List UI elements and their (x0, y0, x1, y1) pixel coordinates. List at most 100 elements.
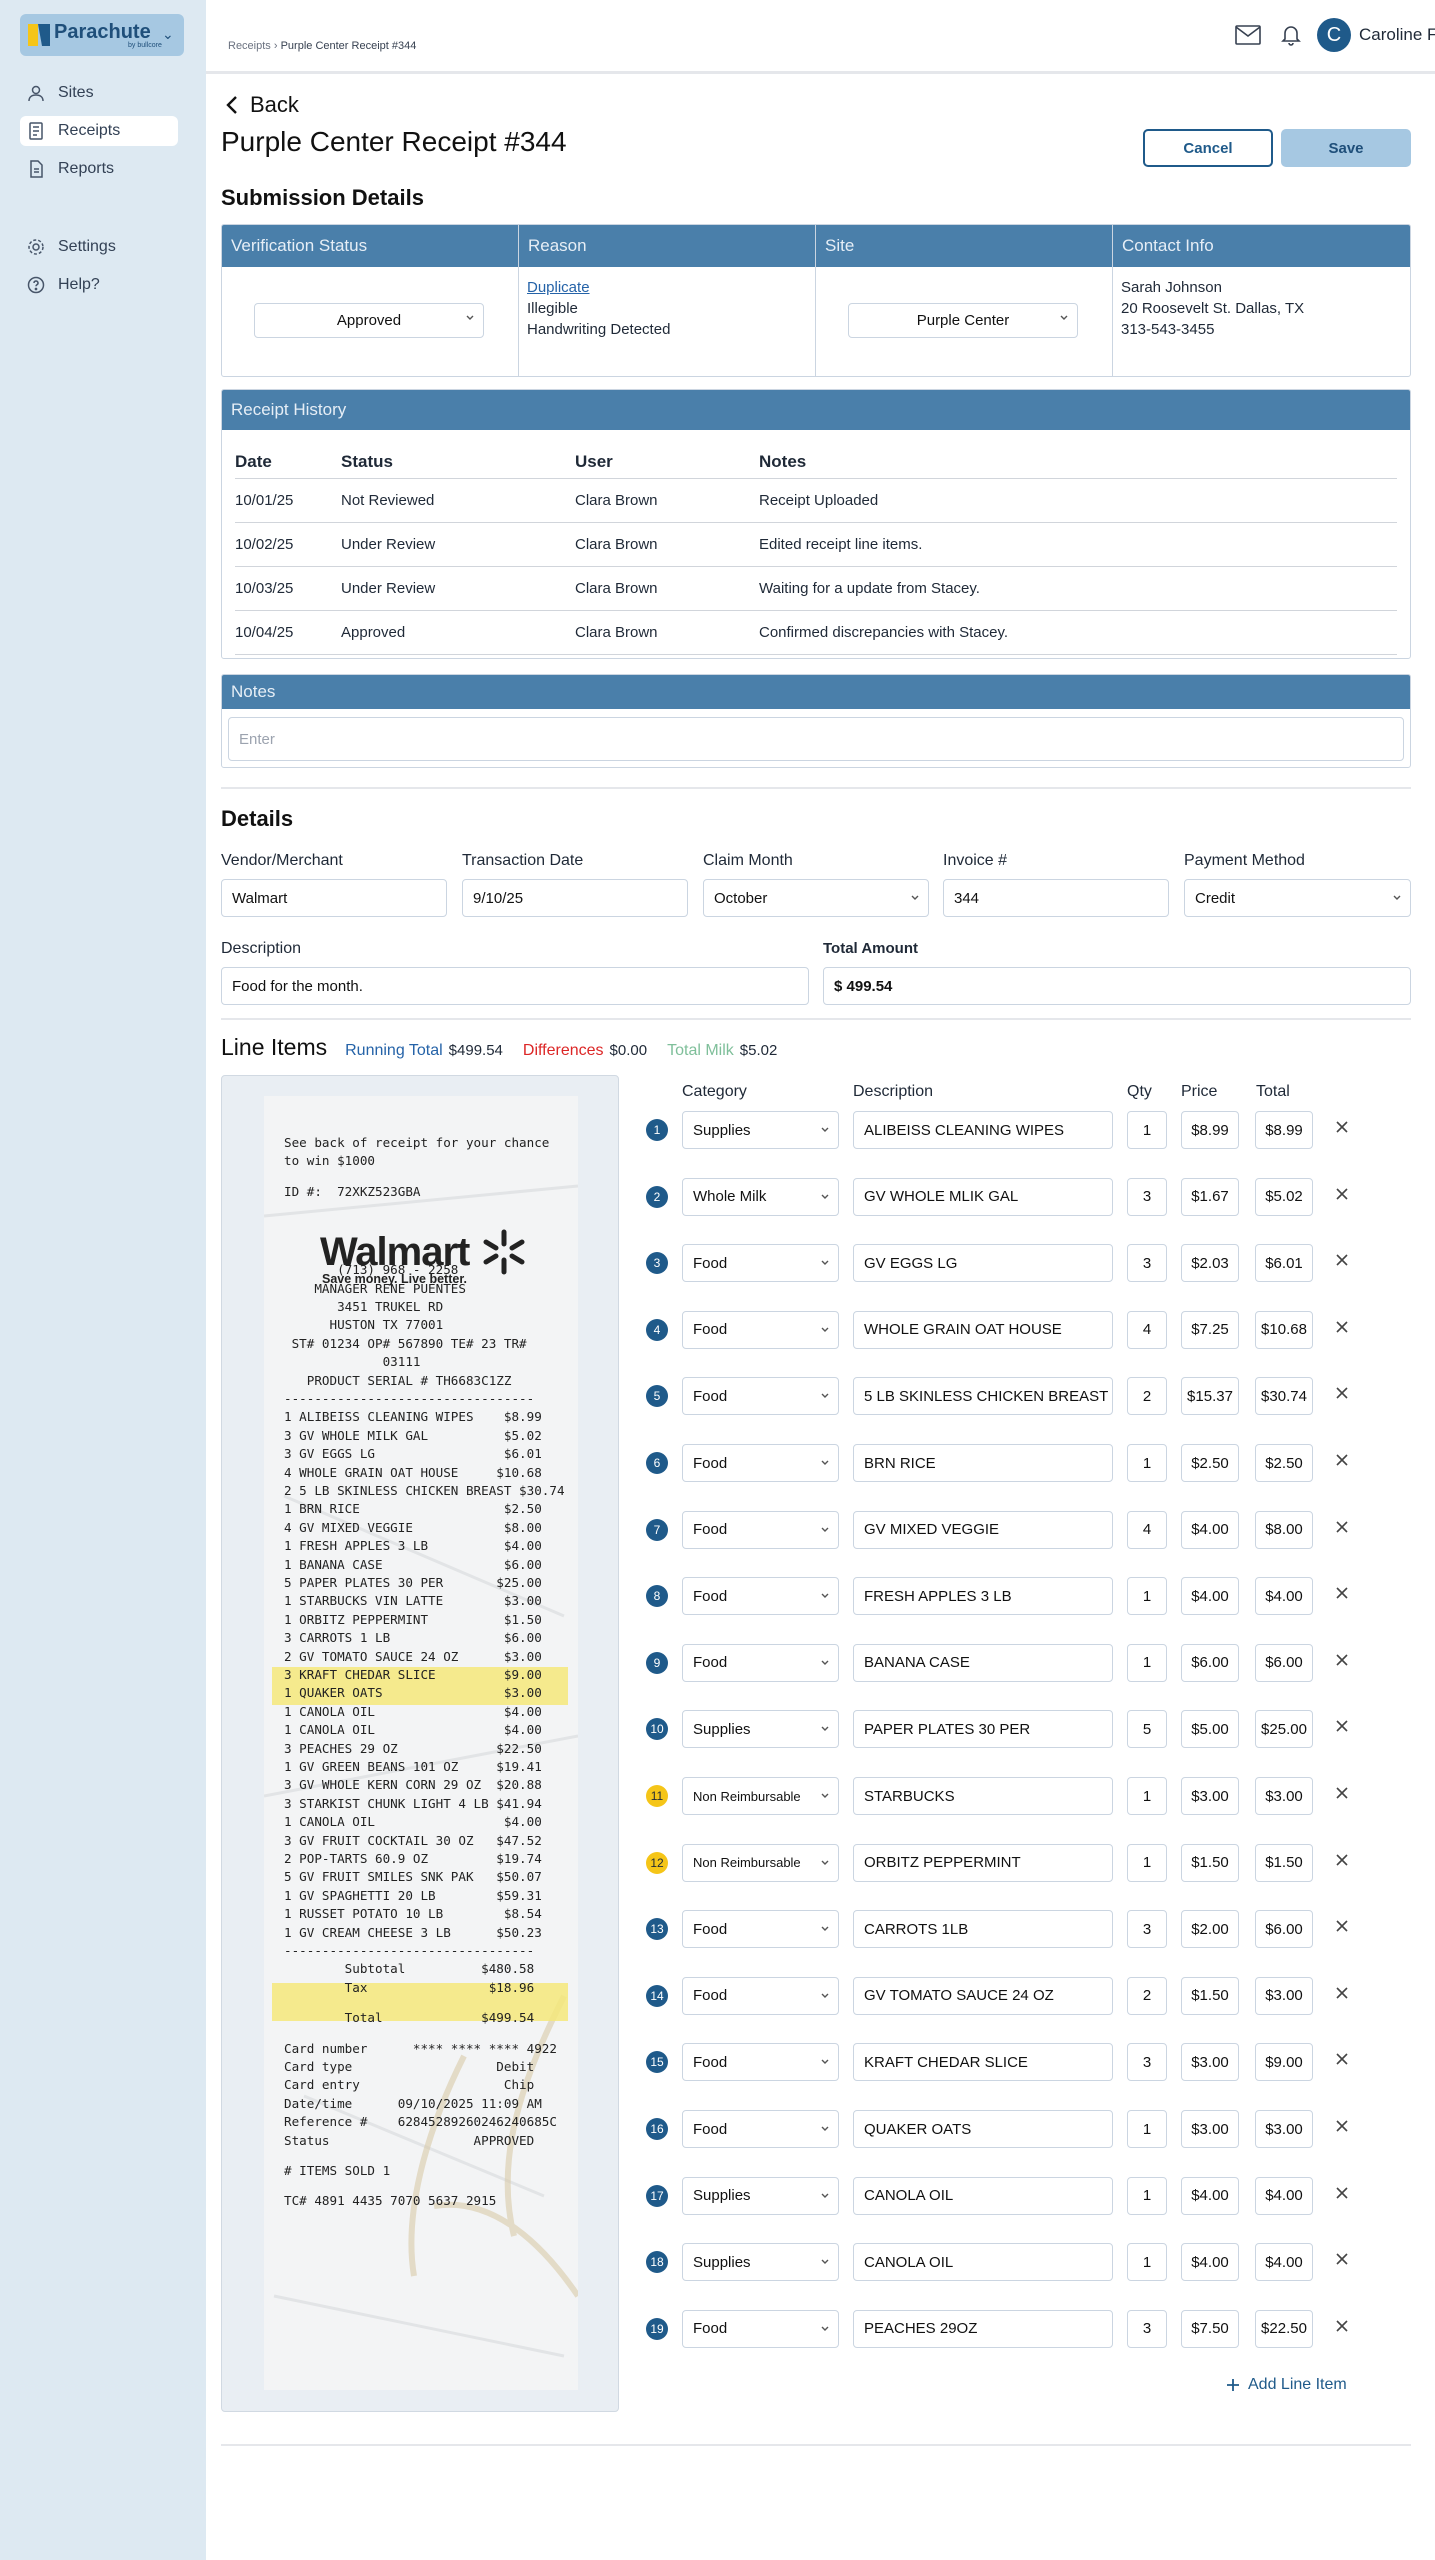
total-amount-input[interactable]: $ 499.54 (823, 967, 1411, 1005)
qty-input[interactable]: 3 (1127, 1244, 1167, 1283)
qty-input[interactable]: 4 (1127, 1510, 1167, 1549)
category-select[interactable]: Supplies (682, 1710, 839, 1749)
transaction-date-input[interactable]: 9/10/25 (462, 879, 688, 917)
price-input[interactable]: $3.00 (1181, 1777, 1239, 1815)
qty-input[interactable]: 1 (1127, 2110, 1167, 2148)
brand-logo[interactable]: Parachute by bullcore ⌄ (20, 14, 184, 56)
invoice-input[interactable]: 344 (943, 879, 1169, 917)
category-select[interactable]: Food (682, 1976, 839, 2015)
qty-input[interactable]: 1 (1127, 2176, 1167, 2215)
price-input[interactable]: $3.00 (1181, 2110, 1239, 2148)
price-input[interactable]: $2.03 (1181, 1244, 1239, 1283)
description-input[interactable]: KRAFT CHEDAR SLICE (853, 2043, 1113, 2082)
save-button[interactable]: Save (1281, 129, 1411, 167)
qty-input[interactable]: 4 (1127, 1310, 1167, 1349)
description-input[interactable]: BANANA CASE (853, 1643, 1113, 1682)
verification-status-select[interactable]: Approved (254, 303, 484, 338)
description-input[interactable]: PEACHES 29OZ (853, 2309, 1113, 2348)
qty-input[interactable]: 5 (1127, 1710, 1167, 1749)
total-input[interactable]: $3.00 (1255, 1976, 1313, 2015)
close-icon[interactable] (1335, 1786, 1349, 1800)
qty-input[interactable]: 1 (1127, 1777, 1167, 1815)
price-input[interactable]: $4.00 (1181, 1577, 1239, 1616)
close-icon[interactable] (1335, 1853, 1349, 1867)
description-input[interactable]: CARROTS 1LB (853, 1910, 1113, 1949)
description-input[interactable]: GV TOMATO SAUCE 24 OZ (853, 1976, 1113, 2015)
close-icon[interactable] (1335, 1986, 1349, 2000)
qty-input[interactable]: 1 (1127, 2243, 1167, 2282)
total-input[interactable]: $9.00 (1255, 2043, 1313, 2082)
price-input[interactable]: $5.00 (1181, 1710, 1239, 1749)
category-select[interactable]: Food (682, 1310, 839, 1349)
category-select[interactable]: Food (682, 1510, 839, 1549)
price-input[interactable]: $1.50 (1181, 1843, 1239, 1882)
total-input[interactable]: $8.00 (1255, 1510, 1313, 1549)
back-button[interactable]: Back (224, 92, 299, 118)
qty-input[interactable]: 2 (1127, 1976, 1167, 2015)
close-icon[interactable] (1335, 1919, 1349, 1933)
description-input[interactable]: QUAKER OATS (853, 2110, 1113, 2148)
price-input[interactable]: $4.00 (1181, 2243, 1239, 2282)
total-input[interactable]: $10.68 (1255, 1310, 1313, 1349)
qty-input[interactable]: 1 (1127, 1643, 1167, 1682)
user-name[interactable]: Caroline F (1359, 25, 1435, 45)
close-icon[interactable] (1335, 1386, 1349, 1400)
qty-input[interactable]: 3 (1127, 1910, 1167, 1949)
qty-input[interactable]: 1 (1127, 1111, 1167, 1149)
description-input[interactable]: GV WHOLE MLIK GAL (853, 1177, 1113, 1216)
sidebar-item-sites[interactable]: Sites (20, 78, 178, 108)
price-input[interactable]: $15.37 (1181, 1377, 1239, 1416)
category-select[interactable]: Supplies (682, 1111, 839, 1149)
category-select[interactable]: Food (682, 1244, 839, 1283)
total-input[interactable]: $6.00 (1255, 1643, 1313, 1682)
receipt-image-panel[interactable]: Walmart Save money. Live better. See bac… (221, 1075, 619, 2412)
close-icon[interactable] (1335, 2186, 1349, 2200)
close-icon[interactable] (1335, 2319, 1349, 2333)
close-icon[interactable] (1335, 1120, 1349, 1134)
category-select[interactable]: Supplies (682, 2176, 839, 2215)
qty-input[interactable]: 2 (1127, 1377, 1167, 1416)
category-select[interactable]: Food (682, 1577, 839, 1616)
description-input[interactable]: CANOLA OIL (853, 2176, 1113, 2215)
category-select[interactable]: Food (682, 1643, 839, 1682)
close-icon[interactable] (1335, 1653, 1349, 1667)
category-select[interactable]: Food (682, 1377, 839, 1416)
qty-input[interactable]: 1 (1127, 1444, 1167, 1482)
price-input[interactable]: $3.00 (1181, 2043, 1239, 2082)
category-select[interactable]: Food (682, 2309, 839, 2348)
sidebar-item-help[interactable]: Help? (20, 270, 178, 300)
close-icon[interactable] (1335, 1253, 1349, 1267)
close-icon[interactable] (1335, 1520, 1349, 1534)
claim-month-select[interactable]: October (703, 879, 929, 917)
close-icon[interactable] (1335, 1453, 1349, 1467)
description-input[interactable]: CANOLA OIL (853, 2243, 1113, 2282)
qty-input[interactable]: 1 (1127, 1577, 1167, 1616)
breadcrumb-parent[interactable]: Receipts (228, 40, 271, 52)
close-icon[interactable] (1335, 1187, 1349, 1201)
description-input[interactable]: GV MIXED VEGGIE (853, 1510, 1113, 1549)
close-icon[interactable] (1335, 2252, 1349, 2266)
category-select[interactable]: Non Reimbursable (682, 1843, 839, 1882)
total-input[interactable]: $22.50 (1255, 2309, 1313, 2348)
total-input[interactable]: $25.00 (1255, 1710, 1313, 1749)
qty-input[interactable]: 3 (1127, 2043, 1167, 2082)
add-line-item-button[interactable]: Add Line Item (1226, 2376, 1347, 2394)
qty-input[interactable]: 3 (1127, 1177, 1167, 1216)
payment-method-select[interactable]: Credit (1184, 879, 1411, 917)
notes-input[interactable]: Enter (228, 717, 1404, 761)
category-select[interactable]: Non Reimbursable (682, 1777, 839, 1815)
qty-input[interactable]: 1 (1127, 1843, 1167, 1882)
category-select[interactable]: Food (682, 2043, 839, 2082)
description-input[interactable]: ORBITZ PEPPERMINT (853, 1843, 1113, 1882)
description-input[interactable]: WHOLE GRAIN OAT HOUSE (853, 1310, 1113, 1349)
vendor-input[interactable]: Walmart (221, 879, 447, 917)
category-select[interactable]: Supplies (682, 2243, 839, 2282)
category-select[interactable]: Food (682, 2110, 839, 2148)
total-input[interactable]: $5.02 (1255, 1177, 1313, 1216)
price-input[interactable]: $2.00 (1181, 1910, 1239, 1949)
description-input[interactable]: STARBUCKS (853, 1777, 1113, 1815)
total-input[interactable]: $30.74 (1255, 1377, 1313, 1416)
price-input[interactable]: $1.67 (1181, 1177, 1239, 1216)
avatar[interactable]: C (1317, 18, 1351, 52)
price-input[interactable]: $2.50 (1181, 1444, 1239, 1482)
